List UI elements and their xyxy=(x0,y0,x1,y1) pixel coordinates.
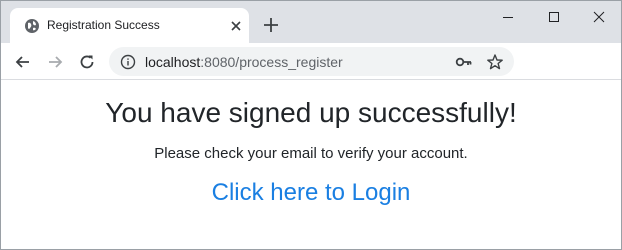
active-tab[interactable]: Registration Success xyxy=(10,8,249,43)
address-bar[interactable]: localhost:8080/process_register xyxy=(109,47,514,76)
minimize-icon[interactable] xyxy=(485,1,531,33)
close-tab-icon[interactable] xyxy=(228,18,244,34)
browser-window: Registration Success localhost:8080/proc… xyxy=(0,0,622,250)
url-host: localhost xyxy=(145,54,201,70)
browser-toolbar: localhost:8080/process_register xyxy=(1,43,621,80)
verification-message: Please check your email to verify your a… xyxy=(154,145,468,162)
back-arrow-icon[interactable] xyxy=(13,52,33,72)
url-text[interactable]: localhost:8080/process_register xyxy=(145,54,343,70)
page-content: You have signed up successfully! Please … xyxy=(1,81,621,249)
forward-arrow-icon[interactable] xyxy=(45,52,65,72)
url-path: :8080/process_register xyxy=(200,54,343,70)
reload-icon[interactable] xyxy=(77,52,97,72)
site-info-icon[interactable] xyxy=(120,54,136,70)
maximize-icon[interactable] xyxy=(531,1,577,33)
bookmark-star-icon[interactable] xyxy=(486,53,504,71)
tab-title: Registration Success xyxy=(47,18,160,32)
login-link[interactable]: Click here to Login xyxy=(1,179,621,207)
key-icon[interactable] xyxy=(455,54,473,70)
new-tab-icon[interactable] xyxy=(262,16,280,34)
page-title: You have signed up successfully! xyxy=(105,97,517,128)
tab-strip: Registration Success xyxy=(1,1,621,43)
close-window-icon[interactable] xyxy=(576,1,622,33)
globe-icon xyxy=(25,19,39,33)
